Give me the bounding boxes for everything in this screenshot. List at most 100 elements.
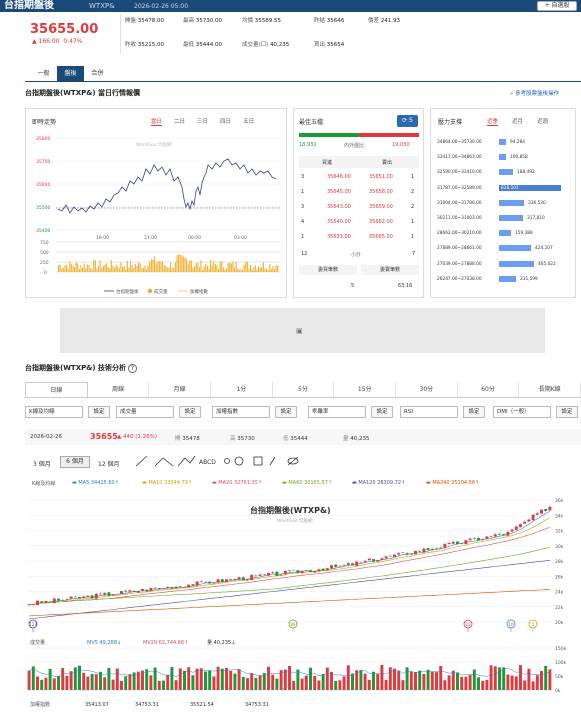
dmi-select[interactable]: DMI（一般） xyxy=(493,406,551,418)
candle xyxy=(405,553,409,555)
pressure-bar xyxy=(499,245,531,252)
volume-bar xyxy=(64,265,66,272)
tab-5min[interactable]: 5分 xyxy=(273,382,335,397)
k-low: 低 35444 xyxy=(283,436,308,442)
tab-2day[interactable]: 二日 xyxy=(174,117,185,126)
pressure-bar xyxy=(499,260,534,267)
vol-tick: 250 xyxy=(40,260,49,266)
index-select[interactable]: 加權指數 xyxy=(212,406,270,418)
tab-15min[interactable]: 15分 xyxy=(334,382,397,397)
candle xyxy=(397,552,401,555)
candle xyxy=(162,588,165,589)
tab-30min[interactable]: 30分 xyxy=(396,382,458,397)
help-icon[interactable]: ? xyxy=(128,364,137,373)
candle xyxy=(510,529,514,532)
candle xyxy=(477,538,480,541)
volume-select[interactable]: 成交量 xyxy=(116,406,174,418)
tab-5day[interactable]: 五日 xyxy=(243,117,254,126)
event-marker-label: 22 xyxy=(465,622,471,627)
volume-bar xyxy=(120,262,122,272)
volume-bar xyxy=(115,668,119,690)
volume-bar xyxy=(134,263,136,272)
candle xyxy=(384,556,388,559)
volume-bar xyxy=(85,268,87,272)
tab-combined[interactable]: 合併 xyxy=(84,66,111,81)
volume-bar xyxy=(227,262,229,272)
tab-long-k[interactable]: 長期K線 xyxy=(519,382,581,397)
price-range: 34864.00~35730.00 xyxy=(437,140,482,145)
candle xyxy=(393,554,396,557)
volume-bar xyxy=(101,268,103,272)
volume-bar xyxy=(435,672,438,690)
ma60-legend: ▬ MA60 30155.57↑ xyxy=(282,480,333,486)
k-select[interactable]: K線及均線 xyxy=(25,406,83,418)
volume-bar xyxy=(510,675,514,690)
volume-bar xyxy=(219,262,221,272)
ma-line xyxy=(29,510,551,605)
legend-vol-swatch xyxy=(148,289,152,293)
volume-bar xyxy=(82,267,84,272)
pressure-bar xyxy=(499,215,523,221)
ma10-legend: ▬ MA10 33344.79↑ xyxy=(142,480,193,486)
volume-bar xyxy=(246,261,248,272)
volume-bar xyxy=(57,676,60,690)
rsi-settings-button[interactable]: 設定 xyxy=(463,406,485,418)
volume-bar xyxy=(258,266,260,272)
volume-bar xyxy=(485,679,489,690)
volume-bar xyxy=(147,265,149,272)
tab-daily[interactable]: 日線 xyxy=(25,382,88,397)
refresh-button[interactable]: ⟳ 5 xyxy=(397,115,418,127)
candle xyxy=(271,572,275,574)
reference-link[interactable]: » 參考股票盤後操作 xyxy=(510,89,559,97)
tab-general[interactable]: 一般 xyxy=(30,66,57,81)
tab-month[interactable]: 近月 xyxy=(512,117,523,126)
k-date: 2026-02-26 xyxy=(30,434,62,440)
range-12m[interactable]: 12 個月 xyxy=(98,459,120,468)
y-tick: 28k xyxy=(555,559,564,565)
ask-price: 35659.00 xyxy=(369,204,393,210)
range-3m[interactable]: 3 個月 xyxy=(33,459,51,468)
k-volume: 量 40,235 xyxy=(343,436,370,442)
candle xyxy=(283,570,287,575)
k-settings-button[interactable]: 設定 xyxy=(88,406,110,418)
tab-3day[interactable]: 三日 xyxy=(197,117,208,126)
dmi-settings-button[interactable]: 設定 xyxy=(556,406,578,418)
volume-settings-button[interactable]: 設定 xyxy=(179,406,201,418)
rsi-select[interactable]: RSI xyxy=(400,406,458,418)
volume-bar xyxy=(240,269,242,272)
volume-bar xyxy=(277,265,279,272)
volume-bar xyxy=(75,262,77,272)
volume-bar xyxy=(118,268,120,272)
intraday-panel: 即時走勢 當日 二日 三日 四日 五日 WantGoo 玩股網 35800 35… xyxy=(25,108,287,298)
tab-after-hours[interactable]: 盤後 xyxy=(57,66,84,81)
add-watchlist-button[interactable]: + 自選股 xyxy=(537,1,577,11)
volume-bar xyxy=(178,254,180,272)
candle xyxy=(103,592,107,595)
quote-datetime: 2026-02-26 05:00 xyxy=(134,3,189,10)
price-range: 30211.00~31003.00 xyxy=(437,216,482,221)
pressure-value: 465,022 xyxy=(538,261,556,267)
index-settings-button[interactable]: 設定 xyxy=(275,406,297,418)
tab-60min[interactable]: 60分 xyxy=(458,382,520,397)
tab-1min[interactable]: 1分 xyxy=(211,382,273,397)
volume-bar xyxy=(430,671,434,690)
bias-select[interactable]: 乖離率 xyxy=(308,406,366,418)
tab-4day[interactable]: 四日 xyxy=(220,117,231,126)
volume-bar xyxy=(166,674,170,690)
candle xyxy=(199,581,203,582)
range-6m[interactable]: 6 個月 xyxy=(60,456,90,468)
tab-monthly[interactable]: 月線 xyxy=(149,382,212,397)
volume-bar xyxy=(99,260,101,272)
candle xyxy=(153,587,157,589)
tab-weekly[interactable]: 周線 xyxy=(88,382,150,397)
candle xyxy=(367,558,371,561)
tab-week[interactable]: 近週 xyxy=(537,117,548,126)
ask-qty: 2 xyxy=(411,189,415,195)
tab-1day[interactable]: 當日 xyxy=(151,117,163,126)
candle xyxy=(128,590,132,592)
k-open: 開 35478 xyxy=(175,436,200,442)
tab-quarter[interactable]: 近季 xyxy=(487,117,499,126)
k-grid: 36k 34k 32k 30k 28k 26k 24k 22k 20k xyxy=(27,498,564,626)
pressure-value: 231,599 xyxy=(520,276,538,282)
bias-settings-button[interactable]: 設定 xyxy=(371,406,393,418)
